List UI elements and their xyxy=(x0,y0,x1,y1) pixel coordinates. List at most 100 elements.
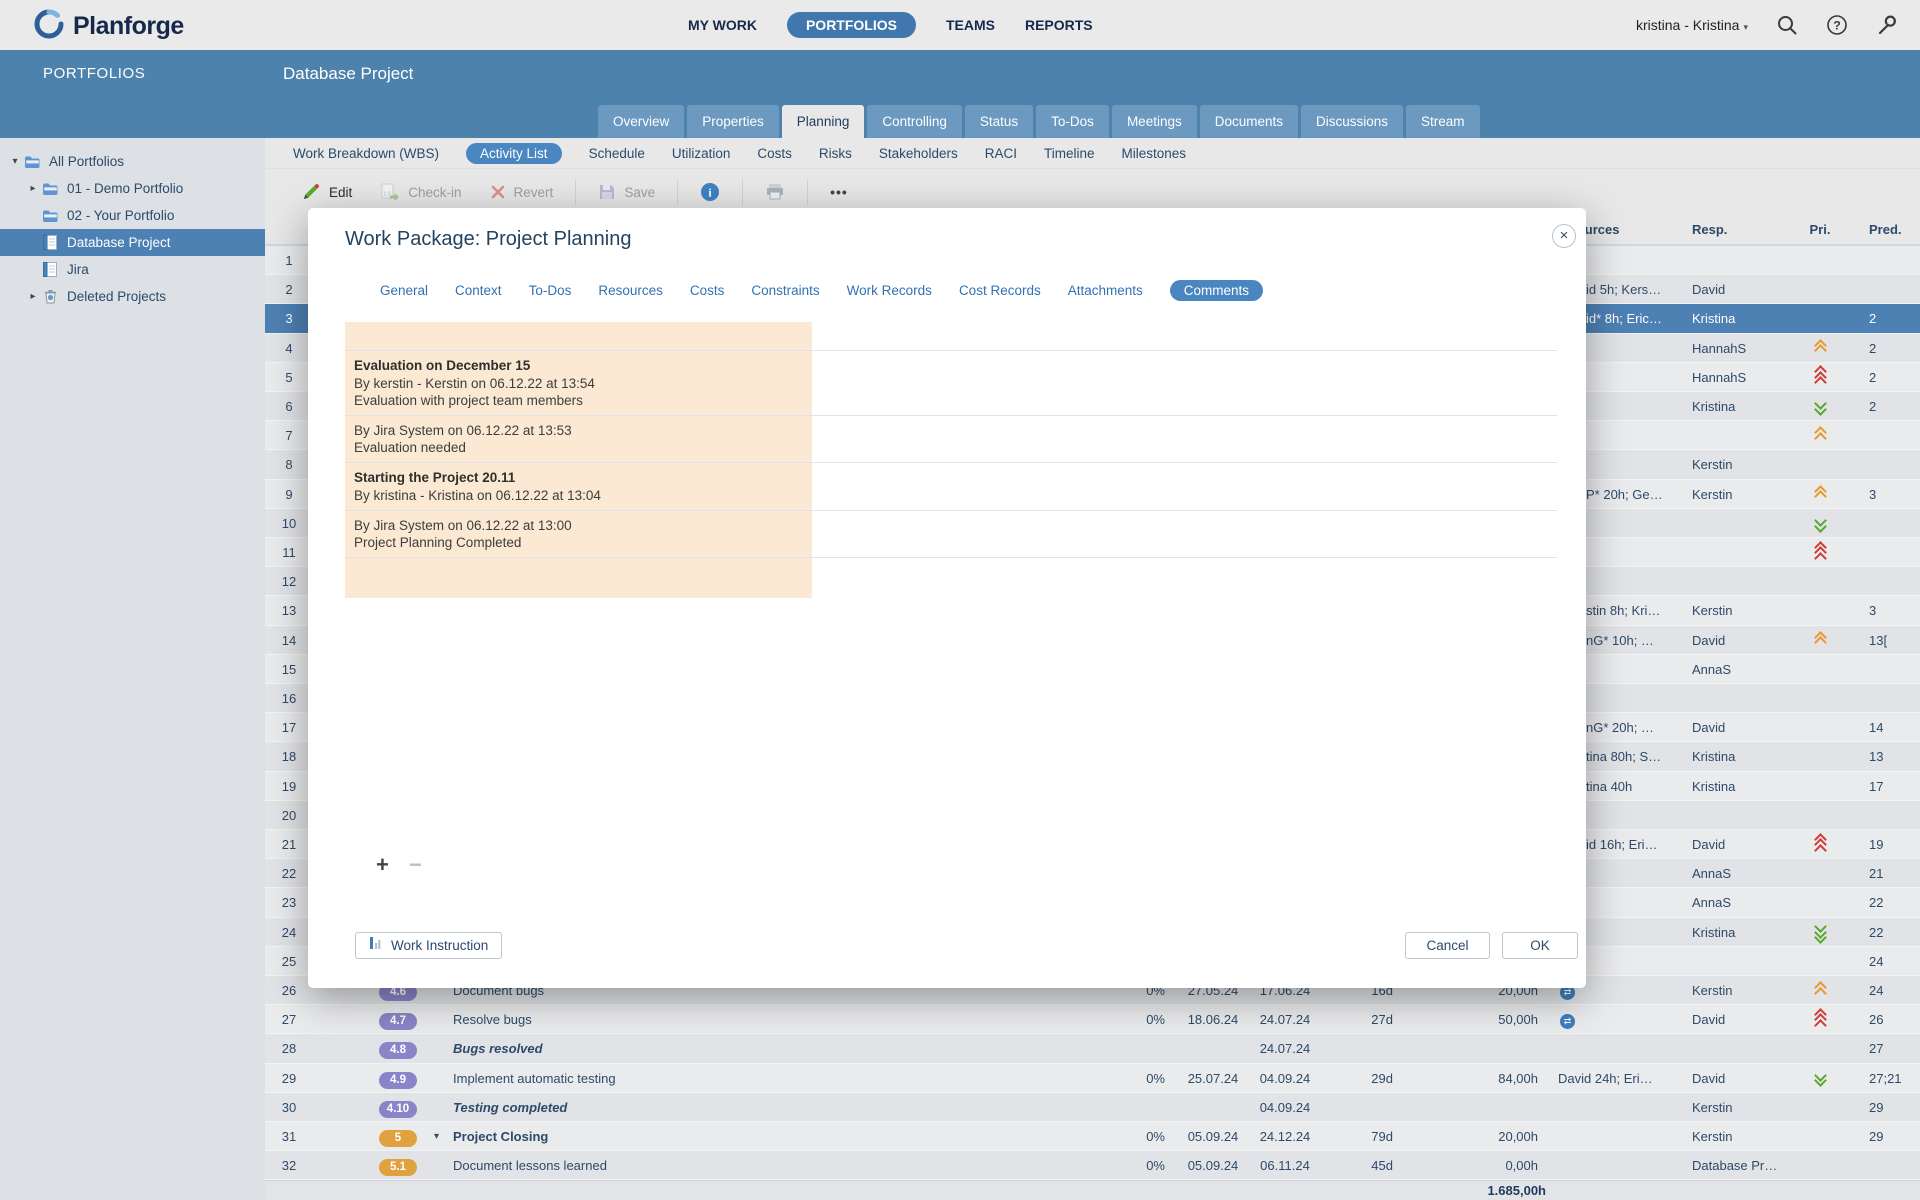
priority xyxy=(1803,1005,1837,1034)
table-row[interactable]: 274.7Resolve bugs0%18.06.2424.07.2427d50… xyxy=(265,1005,1920,1034)
effort-hours: 50,00h xyxy=(1455,1005,1538,1034)
responsible: HannahS xyxy=(1692,334,1792,363)
tab-documents[interactable]: Documents xyxy=(1200,105,1298,138)
ok-button[interactable]: OK xyxy=(1502,932,1578,959)
more-button[interactable]: ••• xyxy=(816,184,862,200)
priority-low-icon xyxy=(1816,516,1825,531)
planforge-logo[interactable]: Planforge xyxy=(34,9,184,44)
cancel-button[interactable]: Cancel xyxy=(1405,932,1490,959)
dialog-tab-costs[interactable]: Costs xyxy=(690,283,725,298)
chevron-down-icon: ▾ xyxy=(1743,22,1748,32)
subtab-stakeholders[interactable]: Stakeholders xyxy=(879,146,958,161)
dialog-tab-cost-records[interactable]: Cost Records xyxy=(959,283,1041,298)
priority-high-icon xyxy=(1816,487,1825,502)
sidebar-item-01-demo-portfolio[interactable]: ▸01 - Demo Portfolio xyxy=(0,175,265,202)
table-row[interactable]: 294.9Implement automatic testing0%25.07.… xyxy=(265,1064,1920,1093)
priority xyxy=(1803,480,1837,509)
info-button[interactable]: i xyxy=(686,182,734,202)
printer-button[interactable] xyxy=(751,183,799,201)
expand-arrow-icon[interactable]: ▸ xyxy=(26,183,40,194)
subtab-milestones[interactable]: Milestones xyxy=(1122,146,1187,161)
activity-name: Document lessons learned xyxy=(453,1151,1093,1180)
sidebar-item-all-portfolios[interactable]: ▾All Portfolios xyxy=(0,148,265,175)
comment-entry[interactable]: By Jira System on 06.12.22 at 13:53Evalu… xyxy=(345,416,1557,463)
toolbar-separator xyxy=(807,179,808,205)
collapse-arrow-icon[interactable]: ▾ xyxy=(8,156,22,167)
table-row[interactable]: 325.1Document lessons learned0%05.09.240… xyxy=(265,1151,1920,1180)
tab-overview[interactable]: Overview xyxy=(598,105,684,138)
subtab-raci[interactable]: RACI xyxy=(985,146,1017,161)
expand-arrow-icon[interactable]: ▸ xyxy=(26,291,40,302)
search-icon[interactable] xyxy=(1776,14,1798,36)
row-number: 8 xyxy=(265,450,313,479)
dialog-tab-comments[interactable]: Comments xyxy=(1170,280,1263,301)
help-icon[interactable]: ? xyxy=(1826,14,1848,36)
tab-to-dos[interactable]: To-Dos xyxy=(1036,105,1109,138)
header-band: PORTFOLIOS Database Project OverviewProp… xyxy=(0,50,1920,138)
tab-stream[interactable]: Stream xyxy=(1406,105,1480,138)
tab-status[interactable]: Status xyxy=(965,105,1033,138)
sidebar-item-02-your-portfolio[interactable]: 02 - Your Portfolio xyxy=(0,202,265,229)
sidebar-item-deleted-projects[interactable]: ▸Deleted Projects xyxy=(0,283,265,310)
top-navigation: MY WORK PORTFOLIOS TEAMS REPORTS xyxy=(688,0,1093,50)
subtab-costs[interactable]: Costs xyxy=(757,146,792,161)
tab-planning[interactable]: Planning xyxy=(782,105,865,138)
user-area: kristina - Kristina▾ ? xyxy=(1636,0,1898,50)
subtab-schedule[interactable]: Schedule xyxy=(589,146,645,161)
subtab-work-breakdown-wbs[interactable]: Work Breakdown (WBS) xyxy=(293,146,439,161)
work-instruction-button[interactable]: Work Instruction xyxy=(355,932,502,959)
activity-name: Bugs resolved xyxy=(453,1034,1093,1063)
tab-properties[interactable]: Properties xyxy=(687,105,779,138)
sidebar-item-jira[interactable]: Jira xyxy=(0,256,265,283)
user-menu[interactable]: kristina - Kristina▾ xyxy=(1636,17,1748,33)
priority-low-icon xyxy=(1816,399,1825,414)
toolbar-button-revert: Revert xyxy=(476,184,568,200)
column-header-pred[interactable]: Pred. xyxy=(1869,215,1919,244)
column-header-pri[interactable]: Pri. xyxy=(1803,215,1837,244)
new-comment-row[interactable] xyxy=(345,322,1557,351)
dialog-tab-work-records[interactable]: Work Records xyxy=(847,283,932,298)
collapse-arrow-icon[interactable]: ▾ xyxy=(434,1122,448,1151)
subtab-timeline[interactable]: Timeline xyxy=(1044,146,1095,161)
table-row[interactable]: 304.10Testing completed04.09.24Kerstin29 xyxy=(265,1093,1920,1122)
percent-complete: 0% xyxy=(1101,1064,1165,1093)
comment-entry[interactable]: Starting the Project 20.11By kristina - … xyxy=(345,463,1557,511)
nav-my-work[interactable]: MY WORK xyxy=(688,17,757,33)
dialog-tab-general[interactable]: General xyxy=(380,283,428,298)
comment-entry[interactable]: Evaluation on December 15By kerstin - Ke… xyxy=(345,351,1557,416)
dialog-tab-to-dos[interactable]: To-Dos xyxy=(529,283,572,298)
row-number: 22 xyxy=(265,859,313,888)
priority-highest-icon xyxy=(1816,543,1825,563)
nav-reports[interactable]: REPORTS xyxy=(1025,17,1093,33)
subtab-utilization[interactable]: Utilization xyxy=(672,146,731,161)
subtab-risks[interactable]: Risks xyxy=(819,146,852,161)
tab-meetings[interactable]: Meetings xyxy=(1112,105,1197,138)
comment-entry[interactable]: By Jira System on 06.12.22 at 13:00Proje… xyxy=(345,511,1557,558)
tab-discussions[interactable]: Discussions xyxy=(1301,105,1403,138)
dialog-tab-resources[interactable]: Resources xyxy=(598,283,663,298)
predecessors: 26 xyxy=(1869,1005,1919,1034)
table-row[interactable]: 284.8Bugs resolved24.07.2427 xyxy=(265,1034,1920,1063)
sidebar-item-database-project[interactable]: Database Project xyxy=(0,229,265,256)
wrench-icon[interactable] xyxy=(1876,14,1898,36)
responsible: David xyxy=(1692,275,1792,304)
dialog-tab-constraints[interactable]: Constraints xyxy=(751,283,819,298)
add-comment-button[interactable]: + xyxy=(376,854,389,876)
nav-portfolios[interactable]: PORTFOLIOS xyxy=(787,12,916,38)
dialog-tab-attachments[interactable]: Attachments xyxy=(1068,283,1143,298)
subtab-activity-list[interactable]: Activity List xyxy=(466,143,562,164)
wbs-badge: 4.8 xyxy=(379,1042,417,1059)
page-title: Database Project xyxy=(283,64,413,84)
toolbar-button-edit[interactable]: Edit xyxy=(287,182,366,202)
tab-controlling[interactable]: Controlling xyxy=(867,105,962,138)
table-row[interactable]: 315▾Project Closing0%05.09.2424.12.2479d… xyxy=(265,1122,1920,1151)
sidebar-item-label: Jira xyxy=(67,262,89,277)
close-icon[interactable]: × xyxy=(1552,224,1576,248)
row-number: 1 xyxy=(265,246,313,275)
column-header-resp[interactable]: Resp. xyxy=(1692,215,1792,244)
row-number: 26 xyxy=(265,976,313,1005)
resources: stin 8h; Kri… xyxy=(1586,596,1681,625)
nav-teams[interactable]: TEAMS xyxy=(946,17,995,33)
responsible: Kristina xyxy=(1692,918,1792,947)
dialog-tab-context[interactable]: Context xyxy=(455,283,502,298)
